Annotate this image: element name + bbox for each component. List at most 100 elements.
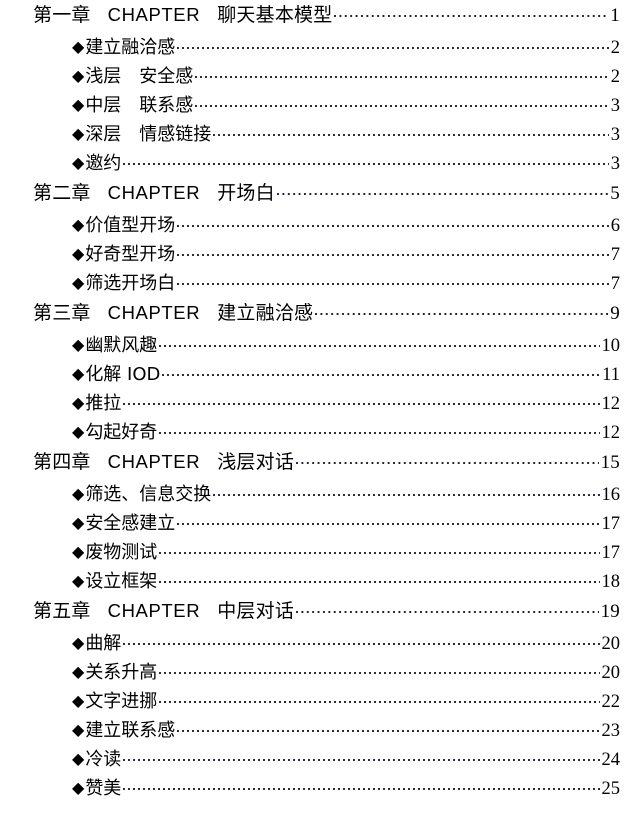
page-number: 7 (610, 245, 620, 265)
toc-item-row[interactable]: ◆ 文字进挪 22 (0, 687, 633, 716)
toc-item-row[interactable]: ◆ 浅层 安全感 2 (0, 62, 633, 91)
toc-entry-label: 第二章 CHAPTER 开场白 (33, 178, 275, 205)
diamond-bullet-icon: ◆ (72, 662, 85, 681)
page-number: 17 (601, 514, 621, 534)
toc-entry-label: ◆ 勾起好奇 (72, 418, 157, 444)
toc-entry-label: ◆ 深层 情感链接 (72, 120, 211, 146)
table-of-contents: 第一章 CHAPTER 聊天基本模型 1 ◆ 建立融洽感 2 ◆ 浅层 安全感 2 ◆ 中层 联系感 3… (0, 0, 633, 835)
dot-leader (159, 660, 600, 678)
toc-entry-label: ◆ 设立框架 (72, 567, 157, 593)
toc-entry-label: ◆ 中层 联系感 (72, 91, 193, 117)
toc-item-row[interactable]: ◆ 中层 联系感 3 (0, 91, 633, 120)
toc-item-row[interactable]: ◆ 筛选开场白 7 (0, 269, 633, 298)
toc-chapter-row[interactable]: 第三章 CHAPTER 建立融洽感 9 (0, 298, 633, 331)
dot-leader (162, 362, 600, 380)
toc-item-row[interactable]: ◆ 建立融洽感 2 (0, 33, 633, 62)
toc-item-row[interactable]: ◆ 冷读 24 (0, 745, 633, 774)
toc-item-row[interactable]: ◆ 勾起好奇 12 (0, 418, 633, 447)
toc-entry-label: ◆ 冷读 (72, 745, 121, 771)
dot-leader (159, 333, 600, 351)
toc-chapter-row[interactable]: 第四章 CHAPTER 浅层对话 15 (0, 447, 633, 480)
page-number: 2 (610, 38, 620, 58)
toc-chapter-row[interactable]: 第五章 CHAPTER 中层对话 19 (0, 596, 633, 629)
page-number: 3 (610, 96, 620, 116)
page-number: 3 (610, 154, 620, 174)
toc-item-row[interactable]: ◆ 设立框架 18 (0, 567, 633, 596)
toc-item-row[interactable]: ◆ 建立联系感 23 (0, 716, 633, 745)
page-number: 25 (601, 779, 621, 799)
toc-item-row[interactable]: ◆ 邀约 3 (0, 149, 633, 178)
dot-leader (177, 213, 609, 231)
dot-leader (123, 391, 600, 409)
chapter-title: 开场白 (217, 182, 275, 204)
toc-item-title: 筛选、信息交换 (85, 484, 212, 505)
toc-item-title: 赞美 (85, 778, 122, 799)
toc-entry-label: ◆ 关系升高 (72, 658, 157, 684)
toc-item-title: 浅层 安全感 (85, 66, 194, 87)
toc-item-title: 中层 联系感 (85, 95, 194, 116)
toc-entry-label: ◆ 价值型开场 (72, 211, 175, 237)
toc-entry-label: ◆ 建立联系感 (72, 716, 175, 742)
diamond-bullet-icon: ◆ (72, 95, 85, 114)
toc-item-row[interactable]: ◆ 曲解 20 (0, 629, 633, 658)
page-number: 11 (602, 365, 620, 385)
diamond-bullet-icon: ◆ (72, 37, 85, 56)
toc-item-row[interactable]: ◆ 好奇型开场 7 (0, 240, 633, 269)
dot-leader (177, 35, 609, 53)
dot-leader (177, 242, 609, 260)
toc-item-row[interactable]: ◆ 深层 情感链接 3 (0, 120, 633, 149)
toc-item-row[interactable]: ◆ 关系升高 20 (0, 658, 633, 687)
toc-item-row[interactable]: ◆ 价值型开场 6 (0, 211, 633, 240)
page-number: 20 (601, 663, 621, 683)
dot-leader (177, 511, 600, 529)
toc-item-title: 建立融洽感 (85, 37, 176, 58)
toc-item-title: 关系升高 (85, 662, 158, 683)
toc-item-title: 勾起好奇 (85, 422, 158, 443)
dot-leader (296, 598, 599, 617)
dot-leader (123, 776, 600, 794)
diamond-bullet-icon: ◆ (72, 691, 85, 710)
dot-leader (213, 122, 609, 140)
toc-entry-label: ◆ 废物测试 (72, 538, 157, 564)
diamond-bullet-icon: ◆ (72, 749, 85, 768)
toc-item-row[interactable]: ◆ 安全感建立 17 (0, 509, 633, 538)
dot-leader (213, 482, 600, 500)
toc-item-title: 深层 情感链接 (85, 124, 212, 145)
toc-entry-label: ◆ 化解 IOD (72, 360, 160, 386)
toc-entry-label: ◆ 浅层 安全感 (72, 62, 193, 88)
chapter-number: 第一章 (33, 4, 91, 26)
toc-item-row[interactable]: ◆ 废物测试 17 (0, 538, 633, 567)
page-number: 19 (600, 601, 620, 622)
toc-item-row[interactable]: ◆ 化解 IOD 11 (0, 360, 633, 389)
page-number: 7 (610, 274, 620, 294)
diamond-bullet-icon: ◆ (72, 66, 85, 85)
toc-item-title: 设立框架 (85, 571, 158, 592)
chapter-number: 第二章 (33, 182, 91, 204)
toc-item-title: 筛选开场白 (85, 273, 176, 294)
toc-chapter-row[interactable]: 第一章 CHAPTER 聊天基本模型 1 (0, 0, 633, 33)
toc-entry-label: ◆ 邀约 (72, 149, 121, 175)
diamond-bullet-icon: ◆ (72, 542, 85, 561)
page-number: 2 (610, 67, 620, 87)
toc-item-row[interactable]: ◆ 幽默风趣 10 (0, 331, 633, 360)
toc-item-title: 冷读 (85, 749, 122, 770)
toc-item-row[interactable]: ◆ 赞美 25 (0, 774, 633, 803)
toc-entry-label: ◆ 赞美 (72, 774, 121, 800)
toc-entry-label: 第五章 CHAPTER 中层对话 (33, 596, 294, 623)
page-number: 18 (601, 572, 621, 592)
toc-item-title: 曲解 (85, 633, 122, 654)
toc-entry-label: ◆ 推拉 (72, 389, 121, 415)
dot-leader (296, 449, 599, 468)
diamond-bullet-icon: ◆ (72, 422, 85, 441)
chapter-marker: CHAPTER (107, 600, 201, 621)
chapter-number: 第三章 (33, 302, 91, 324)
toc-item-row[interactable]: ◆ 推拉 12 (0, 389, 633, 418)
toc-chapter-row[interactable]: 第二章 CHAPTER 开场白 5 (0, 178, 633, 211)
chapter-number: 第四章 (33, 451, 91, 473)
chapter-marker: CHAPTER (107, 302, 201, 323)
dot-leader (159, 540, 600, 558)
page-number: 6 (610, 216, 620, 236)
toc-entry-label: ◆ 筛选、信息交换 (72, 480, 211, 506)
toc-item-row[interactable]: ◆ 筛选、信息交换 16 (0, 480, 633, 509)
diamond-bullet-icon: ◆ (72, 215, 85, 234)
